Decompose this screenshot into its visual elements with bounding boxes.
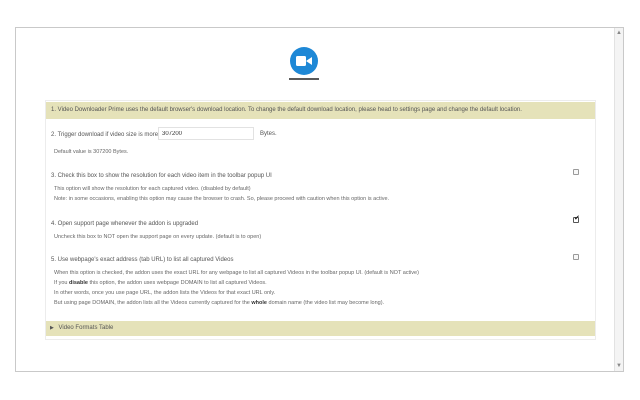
resolution-note: This option will show the resolution for…: [54, 186, 251, 192]
exact-url-disable-note: If you disable this option, the addon us…: [54, 279, 267, 287]
video-formats-table-toggle[interactable]: ▶ Video Formats Table: [46, 321, 595, 336]
support-page-note: Uncheck this box to NOT open the support…: [54, 234, 262, 240]
resolution-option-label: 3. Check this box to show the resolution…: [51, 173, 272, 179]
checkmark-icon: ✔: [574, 215, 580, 222]
scroll-down-arrow-icon[interactable]: ▼: [615, 362, 623, 370]
support-page-checkbox[interactable]: ✔: [573, 215, 580, 223]
options-panel: 1. Video Downloader Prime uses the defau…: [45, 100, 596, 340]
disable-note-suffix: this option, the addon uses webpage DOMA…: [89, 280, 267, 286]
app-logo: [288, 47, 320, 81]
video-camera-icon: [290, 47, 318, 75]
scroll-up-arrow-icon[interactable]: ▲: [615, 29, 623, 37]
bytes-unit-label: Bytes.: [260, 131, 277, 137]
logo-underline: [289, 78, 319, 80]
expand-triangle-icon: ▶: [50, 325, 54, 331]
exact-url-words-note: In other words, once you use page URL, t…: [54, 290, 276, 296]
trigger-default-note: Default value is 307200 Bytes.: [54, 149, 129, 155]
vertical-scrollbar[interactable]: ▲ ▼: [614, 28, 623, 371]
resolution-warning: Note: in some occasions, enabling this o…: [54, 196, 390, 202]
disable-note-prefix: If you: [54, 280, 68, 286]
domain-note-prefix: But using page DOMAIN, the addon lists a…: [54, 300, 250, 306]
trigger-size-label: 2. Trigger download if video size is mor…: [51, 132, 172, 138]
support-page-option-label: 4. Open support page whenever the addon …: [51, 221, 199, 227]
exact-url-note: When this option is checked, the addon u…: [54, 270, 419, 276]
exact-url-option-label: 5. Use webpage's exact address (tab URL)…: [51, 257, 234, 263]
domain-note-suffix: domain name (the video list may become l…: [268, 300, 385, 306]
exact-url-domain-note: But using page DOMAIN, the addon lists a…: [54, 299, 384, 307]
disable-note-bold: disable: [68, 280, 88, 286]
domain-note-bold: whole: [251, 300, 267, 306]
resolution-checkbox[interactable]: [573, 169, 579, 175]
video-size-input[interactable]: [158, 127, 254, 140]
exact-url-checkbox[interactable]: [573, 254, 579, 260]
video-formats-label: Video Formats Table: [58, 325, 114, 331]
banner-text: 1. Video Downloader Prime uses the defau…: [51, 107, 522, 113]
download-location-banner: 1. Video Downloader Prime uses the defau…: [46, 102, 595, 119]
